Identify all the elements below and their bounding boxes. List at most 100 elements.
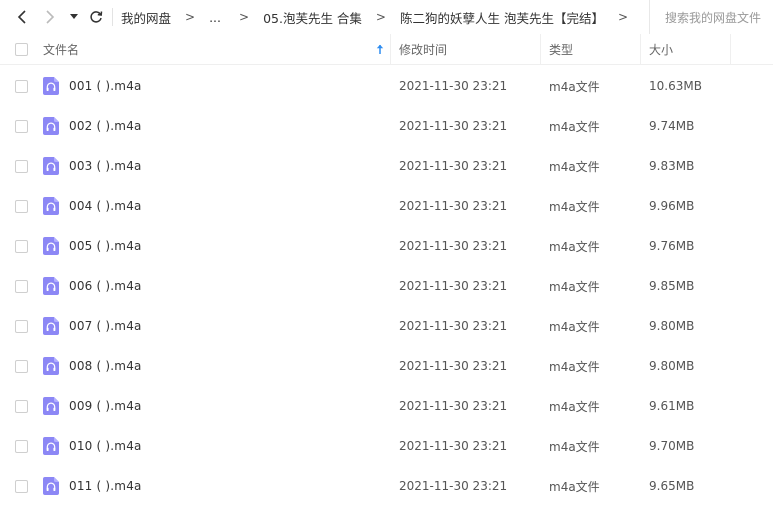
file-name: 001 ( ).m4a <box>69 79 142 93</box>
row-checkbox[interactable] <box>15 399 28 413</box>
audio-file-icon <box>43 317 59 335</box>
file-type-cell: m4a文件 <box>549 319 600 334</box>
file-size-cell: 9.96MB <box>649 199 695 213</box>
row-check-cell <box>0 239 43 253</box>
file-name-cell[interactable]: 011 ( ).m4a <box>43 466 391 506</box>
row-checkbox[interactable] <box>15 239 28 253</box>
column-header-modified-label: 修改时间 <box>399 42 448 57</box>
breadcrumb-item-ellipsis[interactable]: ... <box>209 10 221 25</box>
audio-file-icon <box>43 157 59 175</box>
modified-time-cell: 2021-11-30 23:21 <box>399 159 508 173</box>
column-header-name[interactable]: 文件名 <box>43 33 391 65</box>
table-row[interactable]: 008 ( ).m4a 2021-11-30 23:21 m4a文件 9.80M… <box>0 346 773 386</box>
back-button[interactable] <box>8 0 36 34</box>
table-row[interactable]: 001 ( ).m4a 2021-11-30 23:21 m4a文件 10.63… <box>0 66 773 106</box>
table-row[interactable]: 009 ( ).m4a 2021-11-30 23:21 m4a文件 9.61M… <box>0 386 773 426</box>
file-name-cell[interactable]: 010 ( ).m4a <box>43 426 391 466</box>
refresh-button[interactable] <box>84 0 108 34</box>
breadcrumb-item-current[interactable]: 陈二狗的妖孽人生 泡芙先生【完结】 <box>400 8 604 27</box>
table-row[interactable]: 007 ( ).m4a 2021-11-30 23:21 m4a文件 9.80M… <box>0 306 773 346</box>
file-size-cell: 9.83MB <box>649 159 695 173</box>
file-size-cell: 10.63MB <box>649 79 702 93</box>
file-name-cell[interactable]: 005 ( ).m4a <box>43 226 391 266</box>
row-checkbox[interactable] <box>15 479 28 493</box>
file-size-cell: 9.85MB <box>649 279 695 293</box>
file-type-cell: m4a文件 <box>549 279 600 294</box>
row-checkbox[interactable] <box>15 439 28 453</box>
file-name-cell[interactable]: 001 ( ).m4a <box>43 66 391 106</box>
table-row[interactable]: 002 ( ).m4a 2021-11-30 23:21 m4a文件 9.74M… <box>0 106 773 146</box>
row-checkbox[interactable] <box>15 359 28 373</box>
history-dropdown-button[interactable] <box>64 0 84 34</box>
column-header-size[interactable]: 大小 <box>641 33 731 65</box>
file-name-cell[interactable]: 004 ( ).m4a <box>43 186 391 226</box>
breadcrumb: 我的网盘 > ... > 05.泡芙先生 合集 > 陈二狗的妖孽人生 泡芙先生【… <box>121 0 642 34</box>
top-navigation-bar: 我的网盘 > ... > 05.泡芙先生 合集 > 陈二狗的妖孽人生 泡芙先生【… <box>0 0 773 34</box>
table-row[interactable]: 011 ( ).m4a 2021-11-30 23:21 m4a文件 9.65M… <box>0 466 773 506</box>
file-name: 003 ( ).m4a <box>69 159 142 173</box>
file-type-cell: m4a文件 <box>549 399 600 414</box>
file-type-cell: m4a文件 <box>549 239 600 254</box>
row-checkbox[interactable] <box>15 279 28 293</box>
file-type-cell: m4a文件 <box>549 359 600 374</box>
search-placeholder: 搜索我的网盘文件 <box>665 10 762 25</box>
row-checkbox[interactable] <box>15 319 28 333</box>
file-size-cell: 9.74MB <box>649 119 695 133</box>
column-header-modified[interactable]: 修改时间 <box>391 33 541 65</box>
forward-button[interactable] <box>36 0 64 34</box>
audio-file-icon <box>43 237 59 255</box>
modified-time-cell: 2021-11-30 23:21 <box>399 359 508 373</box>
row-checkbox[interactable] <box>15 79 28 93</box>
file-type-cell: m4a文件 <box>549 439 600 454</box>
row-check-cell <box>0 159 43 173</box>
file-name-cell[interactable]: 002 ( ).m4a <box>43 106 391 146</box>
chevron-right-icon <box>46 10 55 24</box>
file-name-cell[interactable]: 003 ( ).m4a <box>43 146 391 186</box>
column-header-name-label: 文件名 <box>43 42 80 57</box>
modified-time-cell: 2021-11-30 23:21 <box>399 239 508 253</box>
file-name-cell[interactable]: 006 ( ).m4a <box>43 266 391 306</box>
modified-time-cell: 2021-11-30 23:21 <box>399 199 508 213</box>
table-row[interactable]: 005 ( ).m4a 2021-11-30 23:21 m4a文件 9.76M… <box>0 226 773 266</box>
file-type-cell: m4a文件 <box>549 159 600 174</box>
breadcrumb-separator[interactable]: > <box>618 10 628 24</box>
modified-time-cell: 2021-11-30 23:21 <box>399 79 508 93</box>
row-check-cell <box>0 399 43 413</box>
table-row[interactable]: 010 ( ).m4a 2021-11-30 23:21 m4a文件 9.70M… <box>0 426 773 466</box>
row-check-cell <box>0 79 43 93</box>
file-name: 004 ( ).m4a <box>69 199 142 213</box>
file-name-cell[interactable]: 007 ( ).m4a <box>43 306 391 346</box>
row-check-cell <box>0 439 43 453</box>
breadcrumb-item-root[interactable]: 我的网盘 <box>121 8 171 27</box>
table-row[interactable]: 004 ( ).m4a 2021-11-30 23:21 m4a文件 9.96M… <box>0 186 773 226</box>
file-name: 007 ( ).m4a <box>69 319 142 333</box>
row-checkbox[interactable] <box>15 119 28 133</box>
row-check-cell <box>0 279 43 293</box>
caret-down-icon <box>70 14 78 19</box>
file-name-cell[interactable]: 009 ( ).m4a <box>43 386 391 426</box>
audio-file-icon <box>43 77 59 95</box>
breadcrumb-item-collection[interactable]: 05.泡芙先生 合集 <box>263 8 362 27</box>
file-name-cell[interactable]: 008 ( ).m4a <box>43 346 391 386</box>
file-list: 001 ( ).m4a 2021-11-30 23:21 m4a文件 10.63… <box>0 66 773 506</box>
file-type-cell: m4a文件 <box>549 199 600 214</box>
file-type-cell: m4a文件 <box>549 119 600 134</box>
file-type-cell: m4a文件 <box>549 479 600 494</box>
file-size-cell: 9.70MB <box>649 439 695 453</box>
row-checkbox[interactable] <box>15 199 28 213</box>
column-header-type[interactable]: 类型 <box>541 33 641 65</box>
file-name: 006 ( ).m4a <box>69 279 142 293</box>
row-check-cell <box>0 199 43 213</box>
file-size-cell: 9.76MB <box>649 239 695 253</box>
table-row[interactable]: 006 ( ).m4a 2021-11-30 23:21 m4a文件 9.85M… <box>0 266 773 306</box>
row-check-cell <box>0 359 43 373</box>
table-row[interactable]: 003 ( ).m4a 2021-11-30 23:21 m4a文件 9.83M… <box>0 146 773 186</box>
row-checkbox[interactable] <box>15 159 28 173</box>
breadcrumb-separator: > <box>239 10 250 24</box>
search-input[interactable]: 搜索我的网盘文件 <box>649 0 773 34</box>
select-all-checkbox[interactable] <box>15 42 28 56</box>
file-name: 009 ( ).m4a <box>69 399 142 413</box>
file-list-header: 文件名 修改时间 类型 大小 <box>0 33 773 65</box>
arrow-up-icon <box>376 44 384 54</box>
audio-file-icon <box>43 397 59 415</box>
